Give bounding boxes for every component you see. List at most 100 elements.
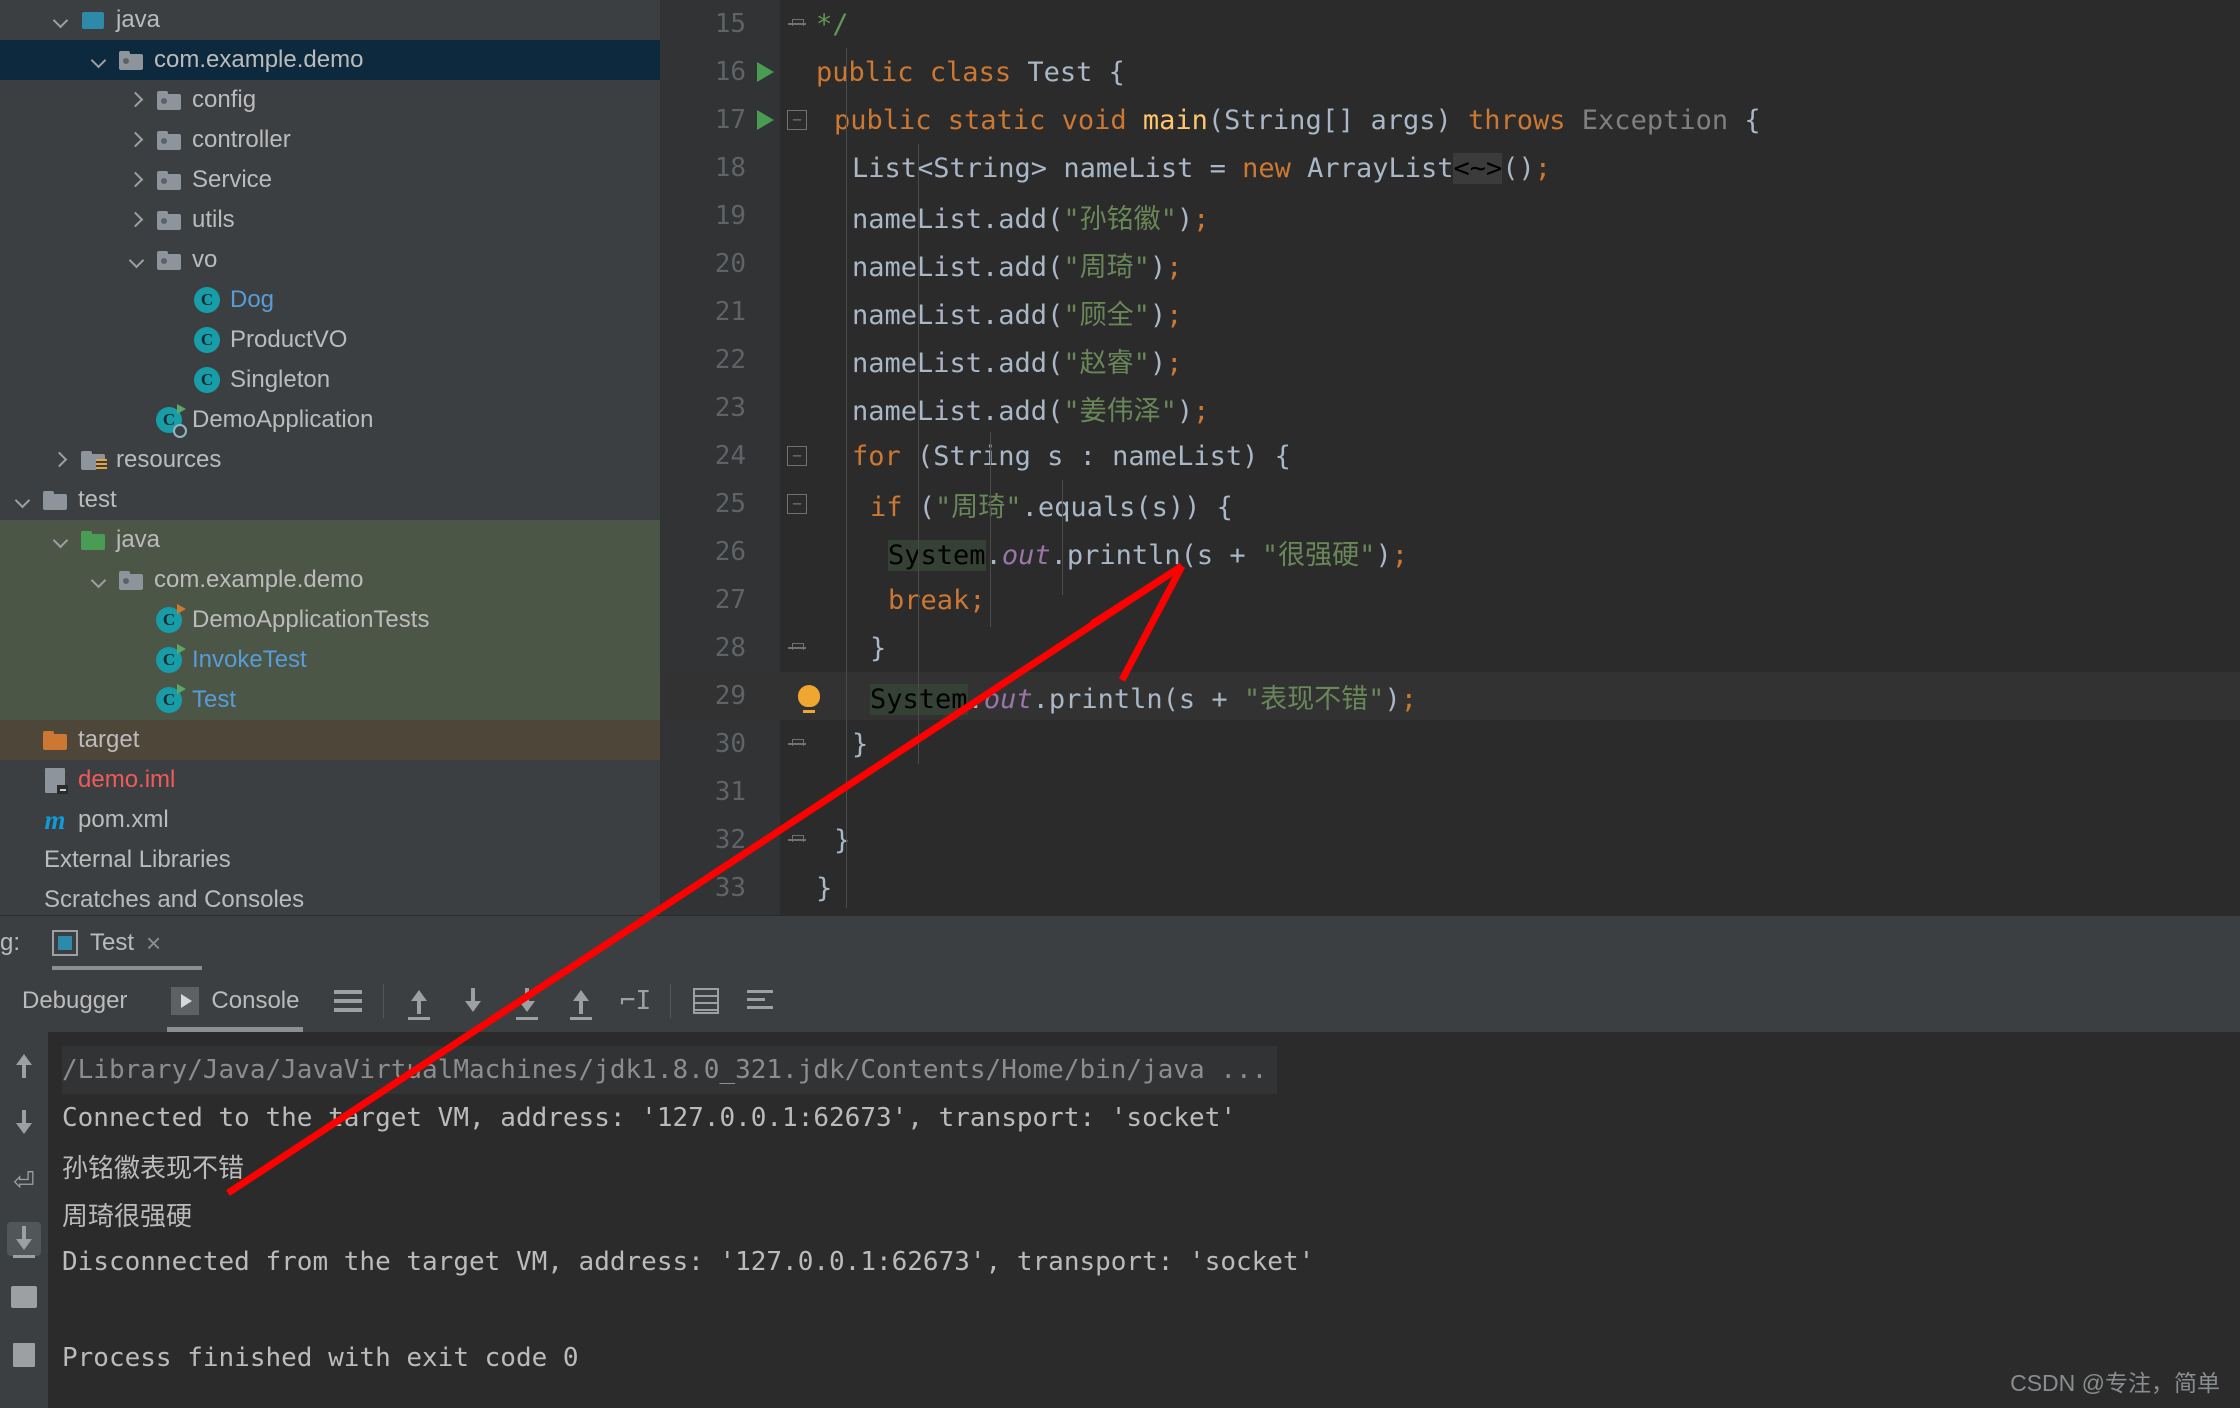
tree-item-vo[interactable]: vo	[0, 240, 660, 280]
code-line-28[interactable]: 28}	[660, 624, 2240, 672]
console-output[interactable]: /Library/Java/JavaVirtualMachines/jdk1.8…	[48, 1032, 2240, 1408]
fold-end-icon[interactable]	[784, 720, 810, 768]
iml-file-icon	[45, 767, 68, 794]
code-editor[interactable]: 15 */16 public class Test {17− public stati…	[660, 0, 2240, 915]
tree-item-com-example-demo[interactable]: com.example.demo	[0, 40, 660, 80]
tree-twisty[interactable]	[8, 492, 38, 508]
code-line-16[interactable]: 16 public class Test {	[660, 48, 2240, 96]
package-folder-icon	[119, 50, 143, 70]
scroll-to-end-icon[interactable]	[7, 1222, 41, 1258]
code-token: (String[] args)	[1207, 104, 1468, 136]
code-line-32[interactable]: 32}	[660, 816, 2240, 864]
fold-region-icon[interactable]: −	[784, 432, 810, 480]
code-line-21[interactable]: 21 nameList.add("顾全");	[660, 288, 2240, 336]
code-token: "周琦"	[1063, 251, 1150, 283]
go-to-cursor-icon[interactable]: ⌐I	[608, 970, 662, 1032]
scroll-to-start-icon[interactable]	[554, 970, 608, 1032]
code-line-33[interactable]: 33}	[660, 864, 2240, 912]
tree-item-scratches-and-consoles[interactable]: Scratches and Consoles	[0, 880, 660, 915]
code-lines[interactable]: 15 */16 public class Test {17− public stati…	[660, 0, 2240, 912]
clear-all-icon[interactable]	[733, 970, 787, 1032]
tree-twisty[interactable]	[122, 212, 152, 228]
soft-wrap-icon[interactable]	[321, 970, 375, 1032]
code-line-27[interactable]: 27 break;	[660, 576, 2240, 624]
intention-bulb-icon[interactable]	[796, 672, 822, 720]
tree-twisty[interactable]	[46, 532, 76, 548]
tree-item-resources[interactable]: resources	[0, 440, 660, 480]
tree-item-java[interactable]: java	[0, 520, 660, 560]
tree-twisty[interactable]	[84, 572, 114, 588]
tree-twisty[interactable]	[46, 452, 76, 468]
code-token: out	[1001, 539, 1051, 571]
tree-item-demo-iml[interactable]: demo.iml	[0, 760, 660, 800]
console-panel[interactable]: ⏎ /Library/Java/JavaVirtualMachines/jdk1…	[0, 1032, 2240, 1408]
scroll-up-icon[interactable]	[7, 1048, 41, 1082]
code-line-31[interactable]: 31	[660, 768, 2240, 816]
fold-region-icon[interactable]: −	[784, 96, 810, 144]
tree-item-controller[interactable]: controller	[0, 120, 660, 160]
tree-twisty[interactable]	[122, 92, 152, 108]
tree-item-label: Service	[192, 166, 273, 193]
tree-item-config[interactable]: config	[0, 80, 660, 120]
code-line-30[interactable]: 30}	[660, 720, 2240, 768]
fold-end-icon[interactable]	[784, 0, 810, 48]
code-line-24[interactable]: 24− for (String s : nameList) {	[660, 432, 2240, 480]
run-gutter-icon[interactable]	[752, 48, 778, 96]
tree-twisty[interactable]	[122, 132, 152, 148]
tree-item-utils[interactable]: utils	[0, 200, 660, 240]
tree-item-invoketest[interactable]: C InvokeTest	[0, 640, 660, 680]
tree-item-service[interactable]: Service	[0, 160, 660, 200]
tree-twisty[interactable]	[122, 172, 152, 188]
tree-item-com-example-demo[interactable]: com.example.demo	[0, 560, 660, 600]
tree-item-pom-xml[interactable]: m pom.xml	[0, 800, 660, 840]
run-configuration-tab[interactable]: Test ×	[42, 916, 203, 971]
code-line-23[interactable]: 23 nameList.add("姜伟泽");	[660, 384, 2240, 432]
print-icon[interactable]	[679, 970, 733, 1032]
tab-debugger[interactable]: Debugger	[0, 970, 149, 1032]
tree-item-singleton[interactable]: C Singleton	[0, 360, 660, 400]
soft-wrap-icon[interactable]: ⏎	[7, 1164, 41, 1198]
tree-item-test[interactable]: C Test	[0, 680, 660, 720]
tree-item-icon	[152, 130, 186, 150]
tree-item-test[interactable]: test	[0, 480, 660, 520]
code-line-29[interactable]: 29 System.out.println(s + "表现不错");	[660, 672, 2240, 720]
scroll-down-icon[interactable]	[446, 970, 500, 1032]
run-tool-window-tabstrip[interactable]: g: Test ×	[0, 915, 2240, 971]
code-text: nameList.add("赵睿");	[816, 341, 1182, 380]
scroll-up-icon[interactable]	[392, 970, 446, 1032]
console-side-toolbar[interactable]: ⏎	[0, 1032, 48, 1408]
chevron-down-icon	[91, 52, 107, 68]
code-line-26[interactable]: 26 System.out.println(s + "很强硬");	[660, 528, 2240, 576]
print-icon[interactable]	[7, 1280, 41, 1314]
code-token: {	[1108, 56, 1125, 88]
code-line-18[interactable]: 18 List<String> nameList = new ArrayList<…	[660, 144, 2240, 192]
scroll-to-end-icon[interactable]	[500, 970, 554, 1032]
indent-guide	[990, 432, 991, 627]
tree-item-dog[interactable]: C Dog	[0, 280, 660, 320]
tree-twisty[interactable]	[122, 252, 152, 268]
fold-end-icon[interactable]	[784, 624, 810, 672]
run-panel-toolbar[interactable]: Debugger Console ⌐I	[0, 970, 2240, 1032]
scroll-down-icon[interactable]	[7, 1106, 41, 1140]
code-line-20[interactable]: 20 nameList.add("周琦");	[660, 240, 2240, 288]
code-line-19[interactable]: 19 nameList.add("孙铭徽");	[660, 192, 2240, 240]
tree-item-java[interactable]: java	[0, 0, 660, 40]
tree-twisty[interactable]	[46, 12, 76, 28]
tree-item-productvo[interactable]: C ProductVO	[0, 320, 660, 360]
code-line-15[interactable]: 15 */	[660, 0, 2240, 48]
code-line-22[interactable]: 22 nameList.add("赵睿");	[660, 336, 2240, 384]
code-line-17[interactable]: 17 − public static void main(String[] args…	[660, 96, 2240, 144]
tree-twisty[interactable]	[84, 52, 114, 68]
tab-console[interactable]: Console	[149, 970, 321, 1032]
tree-item-demoapplicationtests[interactable]: C DemoApplicationTests	[0, 600, 660, 640]
close-icon[interactable]: ×	[146, 928, 161, 959]
code-line-25[interactable]: 25− if ("周琦".equals(s)) {	[660, 480, 2240, 528]
fold-end-icon[interactable]	[784, 816, 810, 864]
run-gutter-icon[interactable]	[752, 96, 778, 144]
clear-all-icon[interactable]	[7, 1338, 41, 1372]
project-tool-window[interactable]: java com.example.demo config controller Serv…	[0, 0, 660, 915]
fold-region-icon[interactable]: −	[784, 480, 810, 528]
tree-item-target[interactable]: target	[0, 720, 660, 760]
tree-item-external-libraries[interactable]: External Libraries	[0, 840, 660, 880]
tree-item-demoapplication[interactable]: C DemoApplication	[0, 400, 660, 440]
